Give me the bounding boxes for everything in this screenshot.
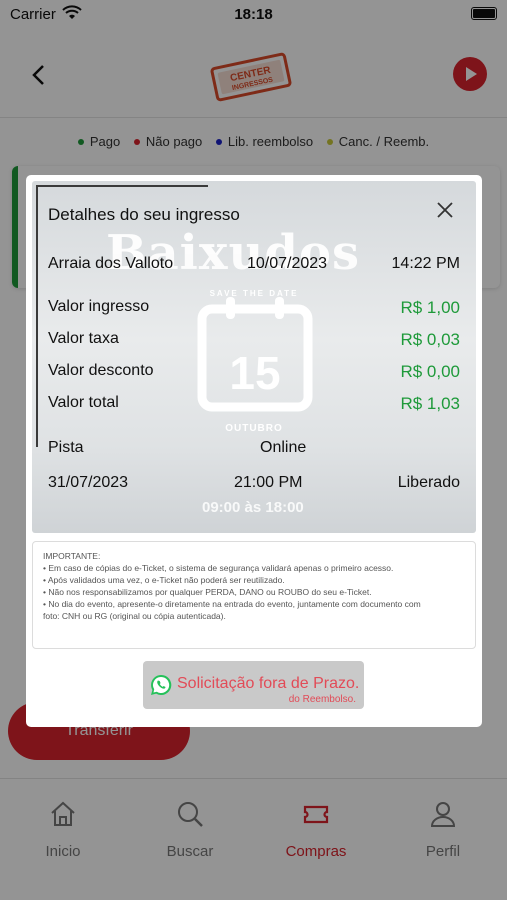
value-row-total: Valor total R$ 1,03 <box>48 394 460 418</box>
sector-name: Pista <box>48 439 84 456</box>
notice-line: • Após validados uma vez, o e-Ticket não… <box>43 575 285 585</box>
modal-title: Detalhes do seu ingresso <box>48 205 240 224</box>
usage-status: Liberado <box>397 474 460 491</box>
event-date: 10/07/2023 <box>247 255 328 272</box>
value-amount: R$ 0,03 <box>400 330 460 349</box>
close-icon <box>437 202 453 218</box>
notice-line: foto: CNH ou RG (original ou cópia auten… <box>43 611 226 621</box>
value-amount: R$ 0,00 <box>400 362 460 381</box>
whatsapp-icon <box>151 674 172 695</box>
value-label: Valor desconto <box>48 362 154 379</box>
sector-row: Pista Online <box>48 439 460 463</box>
notice-line: • Não nos responsabilizamos por qualquer… <box>43 587 372 597</box>
value-label: Valor ingresso <box>48 298 150 315</box>
usage-row: 31/07/2023 21:00 PM Liberado <box>48 474 460 498</box>
value-row-desconto: Valor desconto R$ 0,00 <box>48 362 460 386</box>
event-row: Arraia dos Valloto 10/07/2023 14:22 PM <box>48 255 460 279</box>
value-amount: R$ 1,00 <box>400 298 460 317</box>
notice-line: • No dia do evento, apresente-o diretame… <box>43 599 421 609</box>
value-amount: R$ 1,03 <box>400 394 460 413</box>
value-label: Valor taxa <box>48 330 119 347</box>
whatsapp-button-sublabel: do Reembolso. <box>288 694 356 705</box>
value-row-taxa: Valor taxa R$ 0,03 <box>48 330 460 354</box>
value-label: Valor total <box>48 394 119 411</box>
ticket-frame-line <box>36 185 208 187</box>
ticket-frame-line <box>36 185 38 447</box>
important-notice: IMPORTANTE: • Em caso de cópias do e-Tic… <box>32 541 476 649</box>
usage-time: 21:00 PM <box>234 474 303 491</box>
whatsapp-refund-request-button[interactable]: Solicitação fora de Prazo. do Reembolso. <box>143 661 364 709</box>
notice-line: • Em caso de cópias do e-Ticket, o siste… <box>43 563 394 573</box>
close-button[interactable] <box>430 195 460 225</box>
event-name: Arraia dos Valloto <box>48 255 174 272</box>
whatsapp-button-label: Solicitação fora de Prazo. <box>177 675 360 692</box>
value-row-ingresso: Valor ingresso R$ 1,00 <box>48 298 460 322</box>
ticket-details-modal: Baixudos SAVE THE DATE 15 OUTUBRO 09:00 … <box>26 175 482 727</box>
notice-line: IMPORTANTE: <box>43 551 101 561</box>
flyer-month: OUTUBRO <box>225 423 283 434</box>
usage-date: 31/07/2023 <box>48 474 129 491</box>
sector-type: Online <box>260 439 307 456</box>
flyer-hours: 09:00 às 18:00 <box>202 499 304 516</box>
event-time: 14:22 PM <box>391 255 460 272</box>
